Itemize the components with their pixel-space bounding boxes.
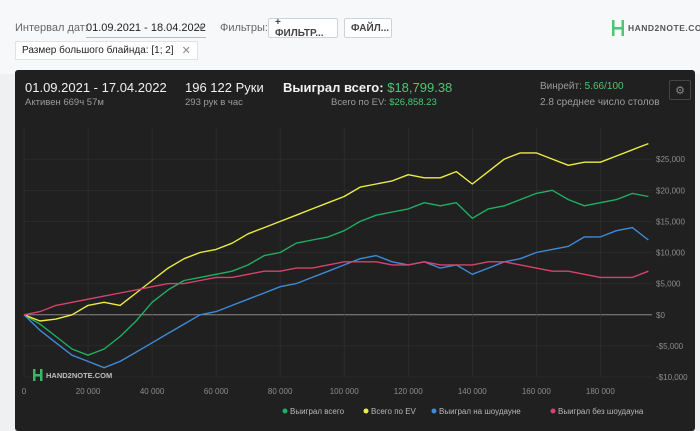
y-axis-ticks: $25,000 $20,000 $15,000 $10,000 $5,000 $0 -$5,… (656, 155, 688, 382)
x-tick-label: 120 000 (394, 387, 423, 396)
y-tick-label: $10,000 (656, 249, 685, 258)
x-axis-ticks: 0 20 000 40 000 60 000 80 000 100 000 120 000 1… (22, 387, 616, 396)
profit-chart: 0 20 000 40 000 60 000 80 000 100 000 120 000 1… (22, 128, 688, 416)
file-button[interactable]: ФАЙЛ... (344, 18, 392, 38)
y-tick-label: $15,000 (656, 217, 685, 226)
y-tick-label: $20,000 (656, 186, 685, 195)
series-line (23, 142, 649, 322)
chart-series-lines (23, 142, 649, 369)
chart-grid (23, 128, 652, 378)
filter-toolbar: Интервал дат: 01.09.2021 - 18.04.2022 ▼ … (0, 0, 700, 74)
x-tick-label: 100 000 (330, 387, 359, 396)
chevron-down-icon[interactable]: ▼ (197, 24, 205, 33)
x-tick-label: 160 000 (522, 387, 551, 396)
graph-panel: 01.09.2021 - 17.04.2022 Активен 669ч 57м… (15, 70, 695, 431)
legend-marker (363, 408, 369, 414)
hand2note-logo-icon (612, 20, 624, 36)
filters-label: Фильтры: (220, 22, 268, 34)
series-line (23, 261, 649, 316)
watermark-logo: HAND2NOTE.COM (33, 369, 112, 381)
brand-logo: HAND2NOTE.COM (612, 20, 700, 36)
x-tick-label: 20 000 (76, 387, 101, 396)
y-tick-label: $25,000 (656, 155, 685, 164)
legend-marker (282, 408, 288, 414)
legend-label: Всего по EV (371, 407, 417, 416)
date-range-select[interactable]: 01.09.2021 - 18.04.2022 (86, 22, 206, 34)
legend-label: Выиграл без шоудауна (558, 407, 644, 416)
legend-label: Выиграл на шоудауне (439, 407, 521, 416)
active-filter-label: Размер большого блайнда: [1; 2] (22, 45, 174, 56)
legend-label: Выиграл всего (290, 407, 345, 416)
brand-text: HAND2NOTE.COM (628, 23, 700, 33)
x-tick-label: 0 (22, 387, 27, 396)
y-tick-label: $5,000 (656, 280, 681, 289)
close-icon[interactable]: ✕ (182, 44, 191, 57)
x-tick-label: 140 000 (458, 387, 487, 396)
x-tick-label: 180 000 (586, 387, 615, 396)
legend-marker (550, 408, 556, 414)
legend-marker (431, 408, 437, 414)
watermark-text: HAND2NOTE.COM (46, 371, 112, 380)
date-range-underline (86, 37, 206, 38)
y-tick-label: -$10,000 (656, 373, 688, 382)
date-range-label: Интервал дат: (15, 22, 88, 34)
active-filter-chip: Размер большого блайнда: [1; 2] ✕ (15, 41, 198, 60)
y-tick-label: $0 (656, 311, 665, 320)
series-line (23, 189, 649, 356)
x-tick-label: 80 000 (268, 387, 293, 396)
x-tick-label: 60 000 (204, 387, 229, 396)
y-tick-label: -$5,000 (656, 342, 684, 351)
x-tick-label: 40 000 (140, 387, 165, 396)
series-line (23, 226, 649, 369)
chart-legend: Выиграл всего Всего по EV Выиграл на шоуда… (282, 407, 644, 416)
add-filter-button[interactable]: + ФИЛЬТР... (268, 17, 338, 39)
watermark-logo-bar-mid (33, 374, 43, 377)
